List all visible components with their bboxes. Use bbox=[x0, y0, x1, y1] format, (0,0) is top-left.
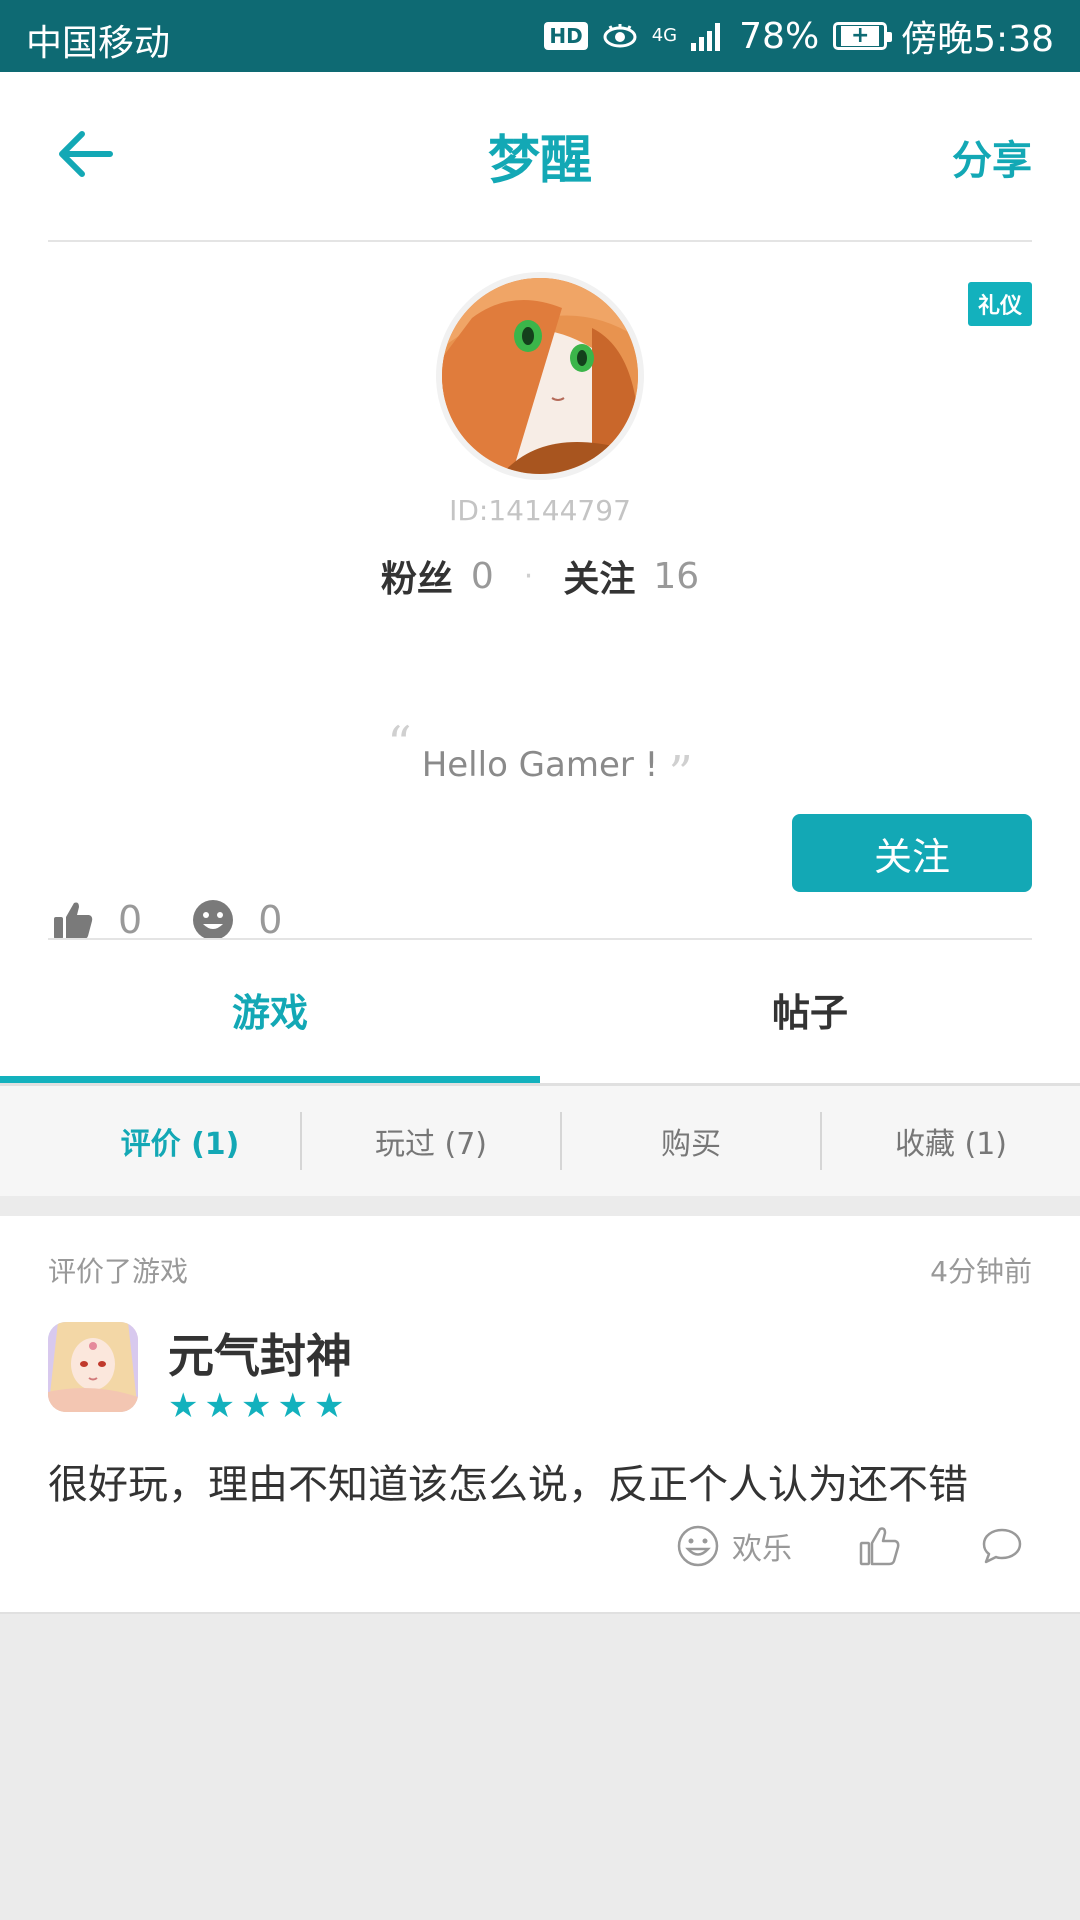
review-text: 很好玩，理由不知道该怎么说，反正个人认为还不错 bbox=[48, 1462, 968, 1508]
like-button[interactable] bbox=[858, 1524, 914, 1568]
eye-icon bbox=[603, 24, 637, 48]
likes-group: 0 bbox=[52, 898, 142, 942]
fun-reaction-button[interactable]: 欢乐 bbox=[676, 1524, 792, 1568]
user-id: ID:14144797 bbox=[449, 494, 631, 527]
avatar[interactable] bbox=[436, 272, 644, 480]
avatar-illustration bbox=[442, 278, 638, 474]
review-card[interactable]: 评价了游戏 4分钟前 元气封神 ★ ★ ★ ★ ★ 很好玩，理由不知道该怎么说，… bbox=[0, 1216, 1080, 1612]
star-icon: ★ bbox=[204, 1386, 235, 1426]
review-actions: 欢乐 bbox=[610, 1524, 1036, 1568]
close-quote-icon: ” bbox=[668, 746, 693, 802]
following-count[interactable]: 16 bbox=[653, 556, 699, 597]
network-type: 4G bbox=[651, 25, 678, 46]
tab-posts[interactable]: 帖子 bbox=[540, 938, 1080, 1080]
bio-quote: “Hello Gamer !” bbox=[0, 716, 1080, 802]
comment-bubble-icon bbox=[982, 1528, 1022, 1564]
page-title: 梦醒 bbox=[487, 131, 592, 191]
hd-icon: HD bbox=[544, 22, 588, 50]
smiley-outline-icon bbox=[677, 1525, 719, 1567]
etiquette-badge[interactable]: 礼仪 bbox=[967, 282, 1032, 326]
comment-button[interactable] bbox=[980, 1524, 1036, 1568]
game-icon[interactable] bbox=[48, 1322, 138, 1412]
fans-count[interactable]: 0 bbox=[471, 556, 494, 597]
fans-label[interactable]: 粉丝 bbox=[381, 550, 453, 602]
battery-percent: 78% bbox=[739, 15, 820, 57]
subtab-purchased[interactable]: 购买 bbox=[562, 1119, 820, 1163]
content-tabs: 游戏 帖子 bbox=[0, 938, 1080, 1086]
likes-count: 0 bbox=[118, 898, 143, 942]
subtab-favorites[interactable]: 收藏 (1) bbox=[822, 1119, 1080, 1163]
fun-group: 0 bbox=[192, 898, 282, 942]
rating-stars: ★ ★ ★ ★ ★ bbox=[168, 1386, 344, 1426]
game-name[interactable]: 元气封神 bbox=[168, 1320, 352, 1386]
following-label[interactable]: 关注 bbox=[563, 550, 635, 602]
smiley-icon bbox=[193, 900, 234, 940]
clock: 傍晚5:38 bbox=[901, 19, 1054, 60]
empty-area bbox=[0, 1612, 1080, 1920]
reaction-summary: 0 0 bbox=[52, 898, 332, 942]
game-subtabs: 评价 (1) 玩过 (7) 购买 收藏 (1) bbox=[0, 1086, 1080, 1196]
follow-button[interactable]: 关注 bbox=[792, 814, 1032, 892]
review-time: 4分钟前 bbox=[930, 1255, 1032, 1288]
share-button[interactable]: 分享 bbox=[952, 128, 1032, 186]
star-icon: ★ bbox=[168, 1386, 199, 1426]
open-quote-icon: “ bbox=[387, 716, 412, 772]
game-artwork bbox=[48, 1322, 138, 1412]
carrier-name: 中国移动 bbox=[26, 23, 171, 64]
top-nav: 梦醒 分享 bbox=[0, 72, 1080, 240]
subtab-played[interactable]: 玩过 (7) bbox=[302, 1119, 560, 1163]
subtab-reviews[interactable]: 评价 (1) bbox=[0, 1119, 300, 1163]
review-meta: 评价了游戏 bbox=[48, 1255, 189, 1288]
bio-text: Hello Gamer ! bbox=[421, 745, 659, 785]
header-divider bbox=[48, 240, 1032, 242]
stats-separator: · bbox=[523, 558, 534, 594]
star-icon: ★ bbox=[313, 1386, 345, 1426]
battery-icon: + bbox=[833, 22, 893, 50]
section-gap bbox=[0, 1196, 1080, 1216]
status-icons: HD 4G 78% + 傍晚5:38 bbox=[544, 10, 1054, 62]
fun-count: 0 bbox=[258, 898, 283, 942]
fun-reaction-label: 欢乐 bbox=[732, 1532, 792, 1567]
social-stats: 粉丝 0 · 关注 16 bbox=[0, 550, 1080, 602]
star-icon: ★ bbox=[277, 1386, 308, 1426]
thumbs-up-outline-icon bbox=[859, 1527, 900, 1566]
tab-games[interactable]: 游戏 bbox=[0, 938, 540, 1080]
status-bar: 中国移动 HD 4G 78% + 傍晚5:38 bbox=[0, 0, 1080, 72]
signal-icon bbox=[691, 23, 721, 51]
profile-page: 梦醒 分享 礼仪 ID:14144797 粉丝 0 · 关注 16 “Hello… bbox=[0, 72, 1080, 1612]
thumbs-up-icon bbox=[54, 902, 93, 939]
star-icon: ★ bbox=[240, 1386, 272, 1426]
